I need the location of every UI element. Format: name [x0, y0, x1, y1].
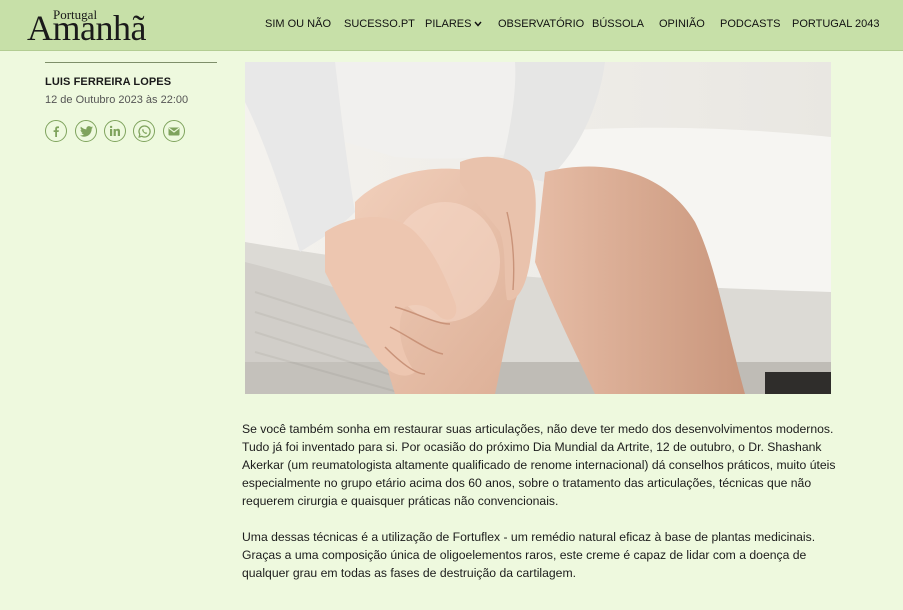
linkedin-icon — [109, 125, 120, 136]
share-facebook-button[interactable] — [45, 120, 67, 142]
article-paragraph: Uma dessas técnicas é a utilização de Fo… — [242, 530, 816, 580]
share-whatsapp-button[interactable] — [133, 120, 155, 142]
nav-item-bussola[interactable]: BÚSSOLA — [592, 17, 644, 31]
author-name[interactable]: LUIS FERREIRA LOPES — [45, 76, 171, 88]
nav-item-podcasts[interactable]: PODCASTS — [720, 17, 781, 31]
share-email-button[interactable] — [163, 120, 185, 142]
nav-item-pilares-label: PILARES — [425, 18, 472, 30]
nav-item-sim-ou-nao[interactable]: SIM OU NÃO — [265, 17, 331, 31]
article-hero-image — [245, 62, 831, 394]
author-divider — [45, 62, 217, 63]
nav-item-portugal-2043[interactable]: PORTUGAL 2043 — [792, 17, 879, 31]
chevron-down-icon — [474, 21, 483, 27]
share-twitter-button[interactable] — [75, 120, 97, 142]
twitter-icon — [79, 125, 93, 137]
facebook-icon — [53, 126, 59, 137]
nav-item-sucesso[interactable]: SUCESSO.PT — [344, 17, 415, 31]
nav-item-observatorio[interactable]: OBSERVATÓRIO — [498, 17, 584, 31]
email-icon — [168, 127, 180, 135]
nav-item-pilares[interactable]: PILARES — [425, 17, 483, 31]
article-body: Se você também sonha em restaurar suas a… — [242, 420, 842, 600]
whatsapp-icon — [137, 124, 151, 138]
site-header: Portugal Amanhã SIM OU NÃO SUCESSO.PT PI… — [0, 0, 903, 51]
main-nav: SIM OU NÃO SUCESSO.PT PILARES OBSERVATÓR… — [0, 17, 903, 33]
knee-pain-photo — [245, 62, 831, 394]
share-linkedin-button[interactable] — [104, 120, 126, 142]
publish-date: 12 de Outubro 2023 às 22:00 — [45, 94, 189, 106]
nav-item-opiniao[interactable]: OPINIÃO — [659, 17, 705, 31]
article-paragraph: Se você também sonha em restaurar suas a… — [242, 422, 836, 508]
